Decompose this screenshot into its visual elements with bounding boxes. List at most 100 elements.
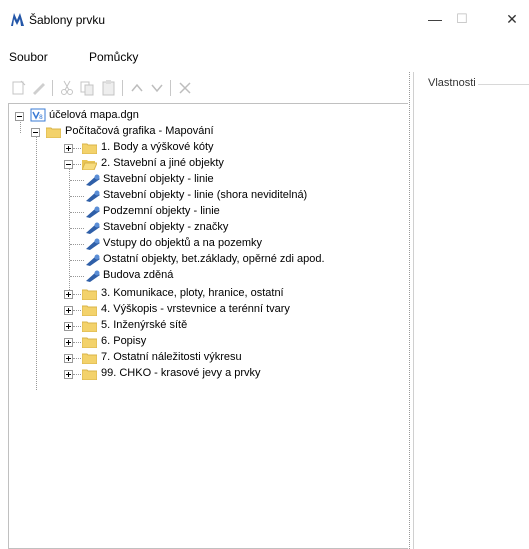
- folder-open-icon: [82, 160, 97, 170]
- collapse-toggle[interactable]: [15, 112, 24, 121]
- menu-pomucky[interactable]: Pomůcky: [89, 50, 138, 64]
- properties-divider: [478, 84, 529, 85]
- tree-template-item[interactable]: Stavební objekty - linie (shora nevidite…: [9, 188, 389, 204]
- tree-folder-6[interactable]: 6. Popisy: [9, 334, 389, 350]
- tree-node-label: Ostatní objekty, bet.základy, opěrné zdi…: [103, 253, 325, 265]
- element-template-icon: [86, 222, 100, 234]
- folder-icon: [82, 289, 97, 300]
- delete-icon[interactable]: [176, 79, 194, 97]
- tree-connector: [73, 148, 81, 149]
- expand-toggle[interactable]: [64, 290, 73, 299]
- tree-connector: [73, 310, 81, 311]
- tree-connector: [73, 342, 81, 343]
- toolbar-divider: [170, 80, 171, 96]
- tree-template-item[interactable]: Stavební objekty - značky: [9, 220, 389, 236]
- tree-connector: [73, 358, 81, 359]
- collapse-toggle[interactable]: [31, 128, 40, 137]
- tree-node-label: Stavební objekty - značky: [103, 221, 229, 233]
- window-title: Šablony prvku: [29, 13, 106, 27]
- tree-node-label: 4. Výškopis - vrstevnice a terénní tvary: [101, 303, 290, 315]
- tree-folder-1[interactable]: 1. Body a výškové kóty: [9, 140, 389, 156]
- element-template-icon: [86, 238, 100, 250]
- tree-connector: [73, 294, 81, 295]
- dgn-file-icon: 8: [30, 108, 46, 122]
- tree-node-label: 2. Stavební a jiné objekty: [101, 157, 224, 169]
- element-template-icon: [86, 254, 100, 266]
- tree-connector: [73, 374, 81, 375]
- paste-icon[interactable]: [100, 79, 118, 97]
- toolbar: [8, 76, 408, 100]
- element-template-icon: [86, 270, 100, 282]
- tree-folder-5[interactable]: 5. Inženýrské sítě: [9, 318, 389, 334]
- tree-node-root[interactable]: 8 účelová mapa.dgn: [9, 108, 389, 124]
- tree-template-item[interactable]: Vstupy do objektů a na pozemky: [9, 236, 389, 252]
- tree-connector: [73, 164, 81, 165]
- tree-connector: [73, 326, 81, 327]
- tree-node-label: Stavební objekty - linie (shora nevidite…: [103, 189, 308, 201]
- expand-toggle[interactable]: [64, 354, 73, 363]
- new-icon[interactable]: [10, 79, 28, 97]
- tree-node-label: 3. Komunikace, ploty, hranice, ostatní: [101, 287, 284, 299]
- pane-splitter[interactable]: [408, 72, 412, 549]
- expand-toggle[interactable]: [64, 338, 73, 347]
- tree-node-label: 99. CHKO - krasové jevy a prvky: [101, 367, 261, 379]
- expand-toggle[interactable]: [64, 370, 73, 379]
- tree-node-label: 5. Inženýrské sítě: [101, 319, 188, 331]
- move-down-icon[interactable]: [148, 79, 166, 97]
- tree-node-label: účelová mapa.dgn: [49, 109, 139, 121]
- tree-folder-99[interactable]: 99. CHKO - krasové jevy a prvky: [9, 366, 389, 382]
- minimize-button[interactable]: —: [423, 9, 447, 29]
- tree-node-label: 1. Body a výškové kóty: [101, 141, 214, 153]
- menu-soubor[interactable]: Soubor: [9, 50, 48, 64]
- tree-connector: [70, 260, 84, 261]
- move-up-icon[interactable]: [128, 79, 146, 97]
- collapse-toggle[interactable]: [64, 160, 73, 169]
- element-template-icon: [86, 190, 100, 202]
- folder-icon: [82, 143, 97, 154]
- cut-icon[interactable]: [58, 79, 76, 97]
- copy-icon[interactable]: [78, 79, 96, 97]
- folder-icon: [82, 337, 97, 348]
- tree-node-label: Počítačová grafika - Mapování: [65, 125, 214, 137]
- tree-connector: [70, 196, 84, 197]
- element-template-icon: [86, 174, 100, 186]
- tree-folder-4[interactable]: 4. Výškopis - vrstevnice a terénní tvary: [9, 302, 389, 318]
- expand-toggle[interactable]: [64, 306, 73, 315]
- tree-connector: [70, 212, 84, 213]
- tree-connector: [70, 276, 84, 277]
- toolbar-divider: [52, 80, 53, 96]
- close-button[interactable]: ✕: [500, 9, 524, 29]
- expand-toggle[interactable]: [64, 322, 73, 331]
- folder-icon: [82, 353, 97, 364]
- tree-template-item[interactable]: Ostatní objekty, bet.základy, opěrné zdi…: [9, 252, 389, 268]
- tree-template-item[interactable]: Stavební objekty - linie: [9, 172, 389, 188]
- menu-bar: Soubor Pomůcky: [0, 45, 529, 69]
- tree-connector: [70, 244, 84, 245]
- tree-connector: [70, 228, 84, 229]
- folder-icon: [82, 369, 97, 380]
- folder-icon: [82, 305, 97, 316]
- tree-node-label: Vstupy do objektů a na pozemky: [103, 237, 262, 249]
- template-tree[interactable]: 8 účelová mapa.dgn Počítačová grafika - …: [8, 103, 408, 549]
- tree-connector: [70, 180, 84, 181]
- folder-icon: [82, 321, 97, 332]
- tree-node-label: 6. Popisy: [101, 335, 147, 347]
- element-template-icon: [86, 206, 100, 218]
- tree-template-item[interactable]: Podzemní objekty - linie: [9, 204, 389, 220]
- tree-folder-2[interactable]: 2. Stavební a jiné objekty: [9, 156, 389, 172]
- app-logo-icon: [11, 13, 24, 26]
- tree-node-group[interactable]: Počítačová grafika - Mapování: [9, 124, 389, 140]
- tree-template-item[interactable]: Budova zděná: [9, 268, 389, 284]
- tree-node-label: Podzemní objekty - linie: [103, 205, 220, 217]
- svg-text:8: 8: [39, 114, 43, 121]
- folder-icon: [46, 127, 61, 138]
- tree-node-label: Budova zděná: [103, 269, 174, 281]
- properties-panel: Vlastnosti: [413, 72, 529, 549]
- expand-toggle[interactable]: [64, 144, 73, 153]
- edit-icon[interactable]: [30, 79, 48, 97]
- toolbar-divider: [122, 80, 123, 96]
- maximize-button[interactable]: ☐: [450, 9, 474, 29]
- tree-folder-7[interactable]: 7. Ostatní náležitosti výkresu: [9, 350, 389, 366]
- tree-node-label: Stavební objekty - linie: [103, 173, 214, 185]
- tree-folder-3[interactable]: 3. Komunikace, ploty, hranice, ostatní: [9, 286, 389, 302]
